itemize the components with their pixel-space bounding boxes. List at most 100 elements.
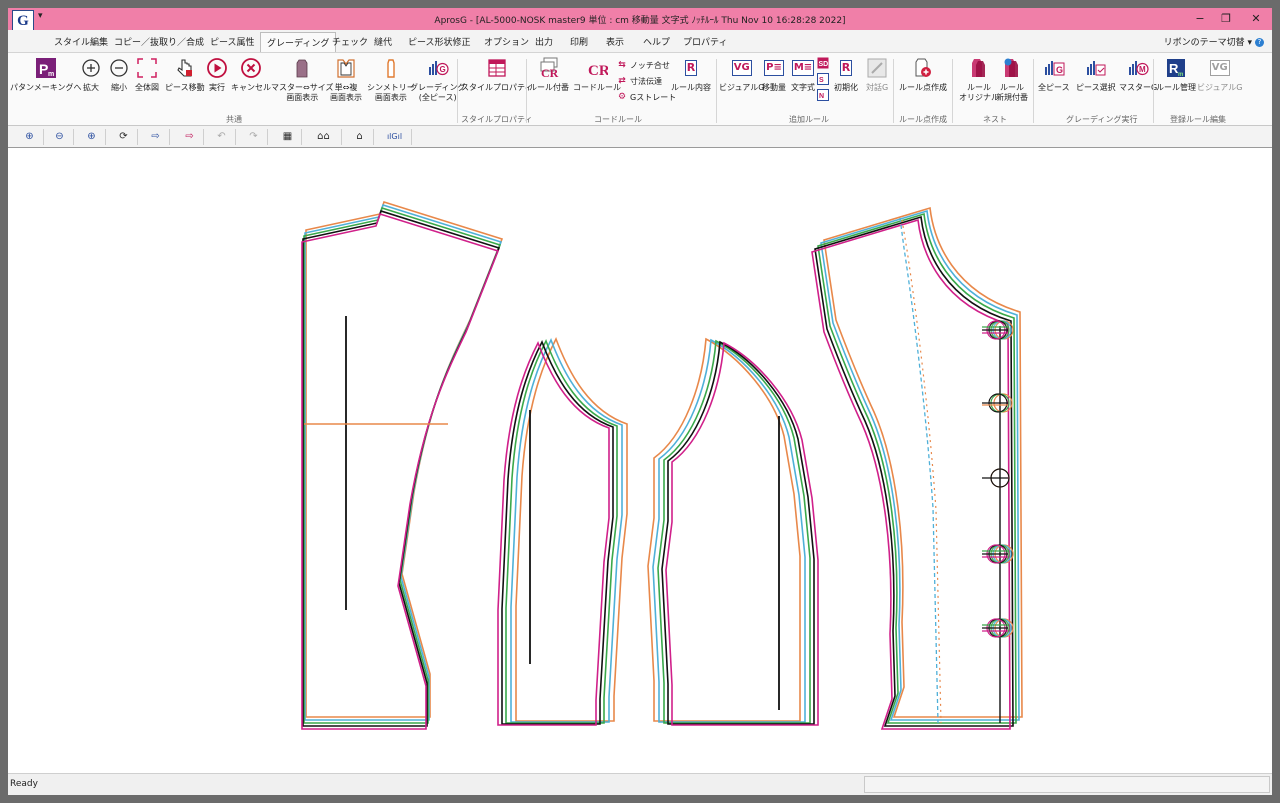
- formula-button[interactable]: M≡ 文字式: [791, 57, 815, 93]
- symmetry-toggle-button[interactable]: シンメトリー 画面表示: [367, 57, 415, 103]
- ribbon-separator: [952, 59, 953, 123]
- registered-visual-g-button[interactable]: VG ビジュアルG: [1197, 57, 1242, 93]
- visual-g-button[interactable]: VG ビジュアルG: [719, 57, 764, 93]
- notch-align-button[interactable]: ⇆ ノッチ合せ: [616, 59, 670, 71]
- group-point-label: ルール点作成: [899, 115, 947, 124]
- forward-red-tool-icon[interactable]: ⇨: [176, 129, 204, 145]
- tab-view[interactable]: 表示: [606, 35, 624, 48]
- tab-check[interactable]: チェック: [332, 35, 368, 48]
- restore-button[interactable]: ❐: [1214, 11, 1238, 27]
- title-bar: G ▾ AprosG - [AL-5000-NOSK master9 単位 : …: [8, 8, 1272, 32]
- pm-icon: Pm: [35, 57, 57, 79]
- dimension-transfer-button[interactable]: ⇄ 寸法伝達: [616, 75, 662, 87]
- single-multi-label: 単⇔複 画面表示: [330, 83, 362, 102]
- tab-piece-shape-edit[interactable]: ピース形状修正: [408, 35, 471, 48]
- notch-icon: ⇆: [618, 60, 626, 70]
- status-text: Ready: [10, 779, 38, 789]
- tab-properties[interactable]: プロパティ: [683, 35, 727, 48]
- rule-original-label: ルール オリジナル: [959, 83, 999, 102]
- move-piece-button[interactable]: ピース移動: [165, 57, 205, 93]
- move-piece-label: ピース移動: [165, 83, 205, 92]
- redo-tool-icon[interactable]: ↷: [240, 129, 268, 145]
- group-common-label: 共通: [226, 115, 242, 124]
- pattern-drawing[interactable]: [8, 148, 1272, 773]
- grade-all-pieces-button[interactable]: G 全ピース: [1038, 57, 1070, 93]
- master-size-label: マスター⇔サイズ 画面表示: [271, 83, 334, 102]
- vg-disabled-icon: VG: [1209, 57, 1231, 79]
- rule-numbering-button[interactable]: CR ルール付番: [529, 57, 569, 93]
- pieces-tool-icon[interactable]: ⌂⌂: [306, 129, 342, 145]
- graded-piece-side-left[interactable]: [497, 338, 628, 726]
- tab-seam-allowance[interactable]: 縫代: [374, 35, 392, 48]
- undo-tool-icon[interactable]: ↶: [208, 129, 236, 145]
- movement-label: 移動量: [762, 83, 786, 92]
- zoom-in-button[interactable]: 拡大: [80, 57, 102, 93]
- zoom-out-tool-icon[interactable]: ⊖: [46, 129, 74, 145]
- full-view-button[interactable]: 全体図: [135, 57, 159, 93]
- rule-management-button[interactable]: Rm ルール管理: [1156, 57, 1196, 93]
- single-multi-toggle-button[interactable]: 単⇔複 画面表示: [330, 57, 362, 103]
- minimize-button[interactable]: −: [1188, 11, 1212, 27]
- zoom-out-icon: [108, 57, 130, 79]
- grade-select-icon: [1085, 57, 1107, 79]
- ribbon-separator: [1033, 59, 1034, 123]
- tab-help[interactable]: ヘルプ: [643, 35, 670, 48]
- make-rule-point-button[interactable]: ルール点作成: [899, 57, 947, 93]
- graded-piece-front[interactable]: [301, 201, 503, 730]
- tab-grading[interactable]: グレーディング: [260, 32, 337, 52]
- rule-point-icon: [912, 57, 934, 79]
- graded-piece-front-panel[interactable]: [811, 207, 1023, 730]
- initialize-button[interactable]: R 初期化: [834, 57, 858, 93]
- style-property-button[interactable]: スタイルプロパティ: [461, 57, 533, 93]
- grade-selected-piece-button[interactable]: ピース選択: [1076, 57, 1116, 93]
- rule-content-button[interactable]: R ルール内容: [671, 57, 711, 93]
- ribbon-separator: [526, 59, 527, 123]
- g-straight-button[interactable]: ⚙ Gストレート: [616, 91, 676, 103]
- cancel-button[interactable]: キャンセル: [231, 57, 271, 93]
- formula-icon: M≡: [791, 57, 815, 79]
- graded-piece-side-right[interactable]: [647, 338, 819, 726]
- style-grid-icon: [486, 57, 508, 79]
- small-rule-button-2[interactable]: S: [817, 73, 829, 85]
- ribbon-theme-toggle[interactable]: リボンのテーマ切替 ▾?: [1164, 35, 1264, 48]
- tab-piece-attributes[interactable]: ピース属性: [210, 35, 255, 48]
- formula-label: 文字式: [791, 83, 815, 92]
- tab-print[interactable]: 印刷: [570, 35, 588, 48]
- notch-label: ノッチ合せ: [630, 60, 670, 70]
- pattern-making-button[interactable]: Pm パタンメーキングへ: [10, 57, 82, 93]
- grading-tool-icon[interactable]: ılGıl: [378, 129, 412, 145]
- zoom-in-tool-icon[interactable]: ⊕: [16, 129, 44, 145]
- rotate-tool-icon[interactable]: ⟳: [110, 129, 138, 145]
- forward-tool-icon[interactable]: ⇨: [142, 129, 170, 145]
- pattern-canvas[interactable]: [8, 148, 1272, 773]
- rule-content-icon: R: [684, 60, 698, 76]
- code-rule-button[interactable]: CR コードルール: [573, 57, 621, 93]
- small-rule-button-3[interactable]: N: [817, 89, 829, 101]
- tab-output[interactable]: 出力: [535, 35, 553, 48]
- zoom-out-button[interactable]: 縮小: [108, 57, 130, 93]
- dialog-g-button[interactable]: 対話G: [866, 57, 888, 93]
- movement-button[interactable]: P≡ 移動量: [762, 57, 786, 93]
- tab-copy-extract-merge[interactable]: コピー／抜取り／合成: [114, 35, 204, 48]
- bodice-outline-icon: [335, 57, 357, 79]
- close-button[interactable]: ✕: [1244, 11, 1268, 27]
- dimension-label: 寸法伝達: [630, 76, 662, 86]
- grid-tool-icon[interactable]: ▦: [274, 129, 302, 145]
- group-registered-label: 登録ルール編集: [1170, 115, 1226, 124]
- tab-options[interactable]: オプション: [484, 35, 529, 48]
- zoom-in-icon: [80, 57, 102, 79]
- rule-new-numbering-button[interactable]: ルール 新規付番: [996, 57, 1028, 103]
- cr-stack-icon: CR: [538, 57, 560, 79]
- rule-original-button[interactable]: ルール オリジナル: [959, 57, 999, 103]
- piece-tool-icon[interactable]: ⌂: [346, 129, 374, 145]
- help-icon[interactable]: ?: [1255, 38, 1264, 47]
- run-button[interactable]: 実行: [206, 57, 228, 93]
- zoom-window-tool-icon[interactable]: ⊕: [78, 129, 106, 145]
- cancel-label: キャンセル: [231, 83, 271, 92]
- master-size-toggle-button[interactable]: マスター⇔サイズ 画面表示: [271, 57, 333, 103]
- group-exec-label: グレーディング実行: [1066, 115, 1138, 124]
- master-g-button[interactable]: M マスターG: [1119, 57, 1157, 93]
- tab-style-edit[interactable]: スタイル編集: [54, 35, 108, 48]
- small-rule-button-1[interactable]: SD: [817, 57, 829, 69]
- quick-toolbar: ⊕ ⊖ ⊕ ⟳ ⇨ ⇨ ↶ ↷ ▦ ⌂⌂ ⌂ ılGıl: [8, 126, 1272, 148]
